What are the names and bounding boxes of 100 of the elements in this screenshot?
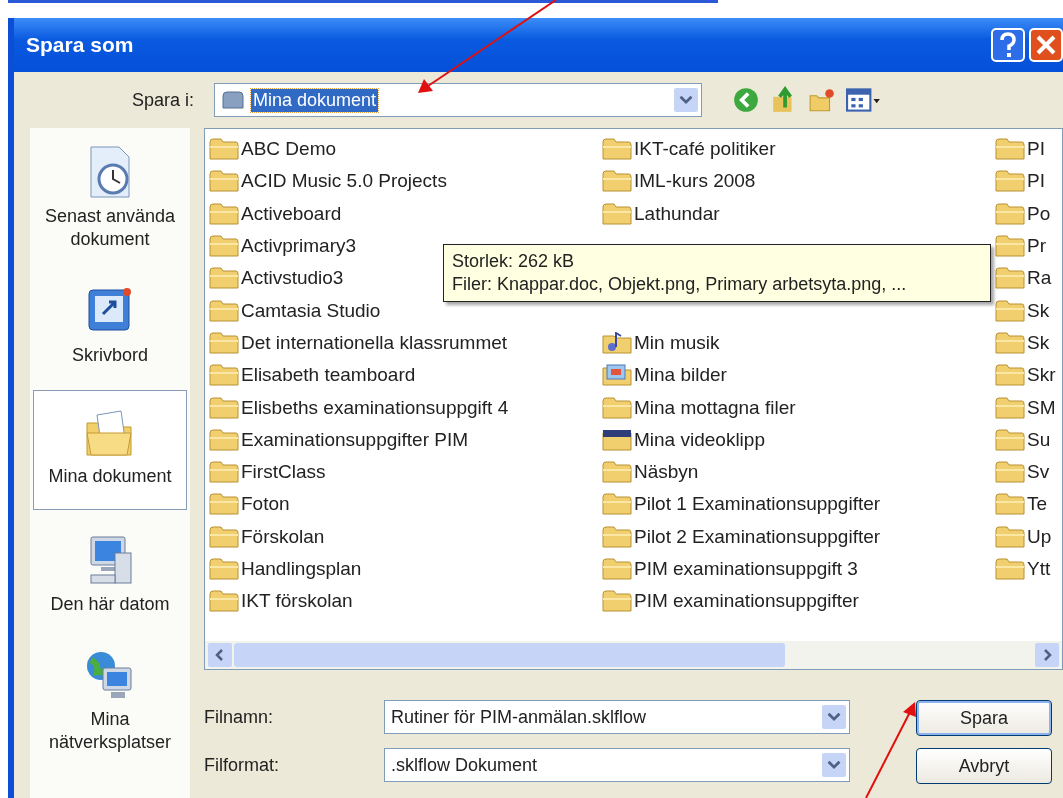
folder-item[interactable]: Mina mottagna filer: [602, 391, 995, 424]
folder-item[interactable]: Ra: [995, 262, 1062, 295]
folder-icon: [995, 493, 1025, 516]
folder-item[interactable]: Examinationsuppgifter PIM: [209, 423, 602, 456]
folder-item[interactable]: IKT-café politiker: [602, 133, 995, 166]
folder-icon: [209, 170, 239, 193]
folder-item[interactable]: PI: [995, 165, 1062, 198]
folder-item[interactable]: Activeboard: [209, 197, 602, 230]
places-item[interactable]: Den här datom: [33, 523, 187, 625]
folder-icon: [995, 558, 1025, 580]
folder-item[interactable]: SM: [995, 391, 1062, 424]
places-item[interactable]: Mina nätverksplatser: [33, 638, 187, 764]
folder-item[interactable]: Elisabeth teamboard: [209, 359, 602, 392]
places-item[interactable]: Senast använda dokument: [33, 136, 187, 261]
back-icon[interactable]: [732, 86, 760, 114]
save-in-label: Spara i:: [130, 89, 194, 111]
folder-icon: [602, 558, 632, 580]
folder-item[interactable]: PIM examinationsuppgift 3: [602, 552, 995, 586]
folder-item[interactable]: Pilot 2 Examinationsuppgifter: [602, 520, 995, 553]
music-folder-icon: [602, 331, 632, 354]
save-in-dropdown[interactable]: Mina dokument: [214, 83, 702, 117]
folder-item[interactable]: PI: [995, 133, 1062, 166]
folder-item[interactable]: Te: [995, 488, 1062, 521]
folder-item[interactable]: IML-kurs 2008: [602, 165, 995, 198]
folder-item[interactable]: Pilot 1 Examinationsuppgifter: [602, 488, 995, 521]
places-item[interactable]: Skrivbord: [33, 274, 187, 377]
close-button[interactable]: [1029, 28, 1063, 62]
folder-item[interactable]: Ytt: [995, 552, 1062, 586]
folder-item[interactable]: Förskolan: [209, 520, 602, 553]
file-format-label: Filformat:: [204, 754, 280, 776]
folder-item[interactable]: Min musik: [602, 326, 995, 360]
scroll-thumb[interactable]: [234, 643, 786, 667]
folder-icon: [995, 525, 1025, 548]
file-format-dropdown[interactable]: .sklflow Dokument: [384, 748, 850, 782]
file-name-field[interactable]: Rutiner för PIM-anmälan.sklflow: [384, 700, 850, 734]
folder-icon: [602, 525, 632, 548]
folder-icon: [995, 202, 1025, 225]
folder-item[interactable]: PIM examinationsuppgifter: [602, 585, 995, 618]
folder-item[interactable]: Det internationella klassrummet: [209, 326, 602, 360]
folder-icon: [209, 299, 239, 322]
folder-item[interactable]: Su: [995, 423, 1062, 456]
folder-icon: [209, 590, 239, 613]
folder-icon: [995, 461, 1025, 484]
places-item[interactable]: Mina dokument: [33, 390, 187, 510]
folder-item[interactable]: Pr: [995, 229, 1062, 263]
scroll-right-icon[interactable]: [1035, 643, 1059, 667]
folder-icon: [209, 558, 239, 580]
folder-item[interactable]: Handlingsplan: [209, 552, 602, 586]
folder-icon: [602, 493, 632, 516]
folder-item[interactable]: Po: [995, 197, 1062, 230]
view-menu-icon[interactable]: [846, 86, 882, 114]
folder-icon: [995, 267, 1025, 290]
folder-icon: [602, 202, 632, 225]
save-button[interactable]: Spara: [916, 700, 1052, 736]
folder-item[interactable]: Skr: [995, 359, 1062, 392]
folder-icon: [209, 525, 239, 548]
folder-item[interactable]: FirstClass: [209, 455, 602, 489]
folder-icon: [995, 138, 1025, 161]
folder-icon: [995, 396, 1025, 419]
folder-icon: [995, 428, 1025, 451]
folder-icon: [602, 590, 632, 613]
folder-item[interactable]: Up: [995, 520, 1062, 553]
folder-icon: [209, 235, 239, 258]
horizontal-scrollbar[interactable]: [205, 641, 1062, 669]
folder-item[interactable]: Mina bilder: [602, 359, 995, 392]
folder-icon: [602, 138, 632, 161]
cancel-button[interactable]: Avbryt: [916, 748, 1052, 784]
folder-item[interactable]: ABC Demo: [209, 133, 602, 166]
save-in-value: Mina dokument: [251, 88, 379, 112]
folder-icon: [209, 364, 239, 387]
folder-icon: [209, 202, 239, 225]
folder-icon: [221, 90, 245, 110]
folder-item[interactable]: Sv: [995, 455, 1062, 489]
folder-item[interactable]: Sk: [995, 326, 1062, 360]
folder-icon: [209, 396, 239, 419]
window-title: Spara som: [26, 33, 135, 57]
folder-icon: [209, 138, 239, 161]
folder-icon: [209, 493, 239, 516]
folder-item[interactable]: Mina videoklipp: [602, 423, 995, 456]
folder-icon: [209, 267, 239, 290]
folder-item[interactable]: Näsbyn: [602, 455, 995, 489]
folder-icon: [602, 170, 632, 193]
folder-item[interactable]: IKT förskolan: [209, 585, 602, 618]
folder-item[interactable]: Foton: [209, 488, 602, 521]
tooltip-text: Storlek: 262 kB: [452, 251, 576, 272]
video-folder-icon: [602, 428, 632, 451]
folder-item[interactable]: Lathundar: [602, 197, 995, 230]
folder-item[interactable]: Sk: [995, 294, 1062, 327]
folder-icon: [209, 331, 239, 354]
folder-icon: [995, 331, 1025, 354]
folder-icon: [995, 170, 1025, 193]
folder-item[interactable]: ACID Music 5.0 Projects: [209, 165, 602, 198]
folder-icon: [209, 461, 239, 484]
folder-icon: [209, 428, 239, 451]
scroll-left-icon[interactable]: [208, 643, 232, 667]
folder-item[interactable]: Camtasia Studio: [209, 294, 602, 327]
folder-item[interactable]: Elisbeths examinationsuppgift 4: [209, 391, 602, 424]
new-folder-icon[interactable]: [808, 86, 836, 114]
file-name-label: Filnamn:: [204, 706, 275, 728]
help-button[interactable]: [991, 28, 1025, 62]
